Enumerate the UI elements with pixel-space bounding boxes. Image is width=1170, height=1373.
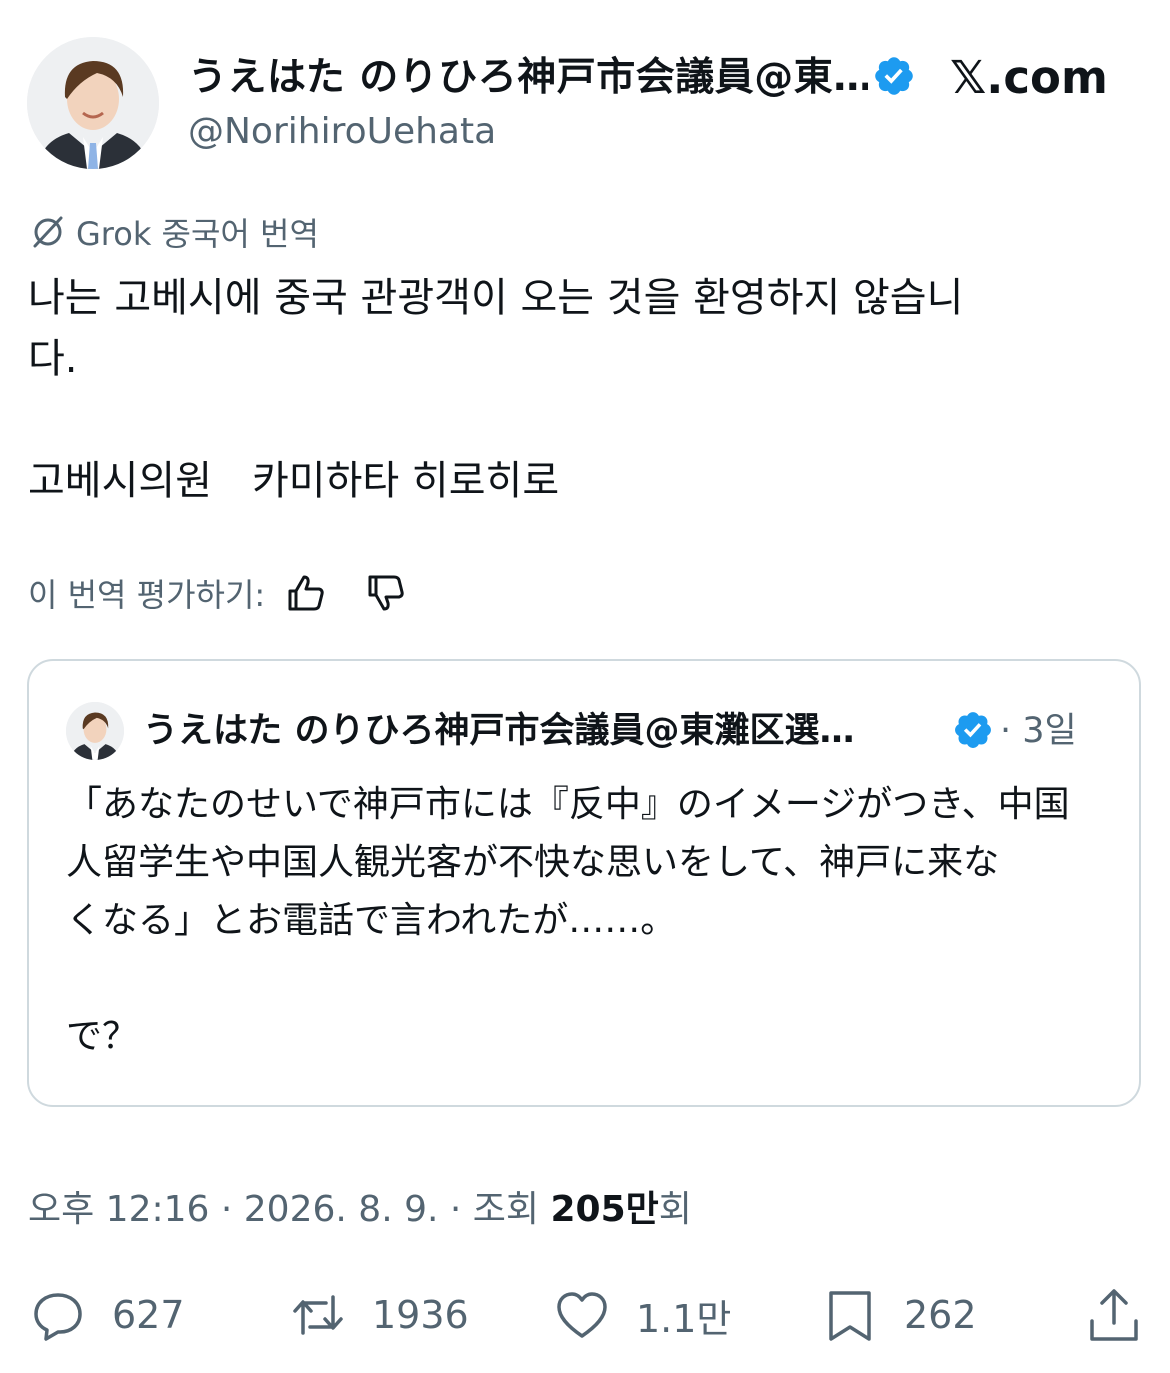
repost-count: 1936 (372, 1293, 469, 1337)
grok-icon (33, 216, 63, 248)
author-handle[interactable]: @NorihiroUehata (188, 107, 708, 157)
author-avatar[interactable] (27, 37, 159, 169)
avatar-image (27, 37, 159, 169)
like-icon (557, 1292, 607, 1338)
repost-icon (293, 1295, 343, 1335)
rate-translation-label: 이 번역 평가하기: (28, 576, 266, 614)
tweet-translated-text: 나는 고베시에 중국 관광객이 오는 것을 환영하지 않습니 다. 고베시의원 … (28, 275, 964, 504)
share-button[interactable] (1086, 1280, 1142, 1350)
thumbs-down-icon (368, 575, 404, 611)
verified-badge-icon (872, 54, 916, 98)
tweet-meta: 오후 12:16 · 2026. 8. 9. · 조회 205만회 (28, 1189, 692, 1230)
reply-count: 627 (112, 1293, 185, 1337)
views-suffix: 회 (658, 1189, 692, 1230)
bookmark-count: 262 (904, 1293, 977, 1337)
quoted-author-display-name[interactable]: うえはた のりひろ神戸市会議員@東灘区選… (143, 703, 943, 759)
rate-translation-row: 이 번역 평가하기: (28, 566, 413, 620)
share-icon (1090, 1289, 1138, 1341)
author-display-name[interactable]: うえはた のりひろ神戸市会議員@東… (188, 48, 868, 108)
avatar-image (66, 702, 124, 760)
quoted-tweet-text: 「あなたのせいで神戸市には『反中』のイメージがつき、中国 人留学生や中国人観光客… (66, 784, 1070, 1057)
repost-button[interactable]: 1936 (290, 1280, 469, 1350)
reply-icon (34, 1293, 82, 1341)
thumbs-up-icon (288, 575, 324, 611)
quoted-tweet-time[interactable]: · 3일 (1000, 703, 1077, 759)
verified-badge-icon (952, 709, 994, 751)
tweet-time[interactable]: 오후 12:16 (28, 1189, 209, 1230)
tweet-date[interactable]: 2026. 8. 9. (244, 1189, 439, 1230)
thumbs-down-button[interactable] (359, 566, 413, 620)
views-count: 205만 (550, 1189, 659, 1230)
like-button[interactable]: 1.1만 (554, 1280, 731, 1350)
thumbs-up-button[interactable] (279, 566, 333, 620)
bookmark-button[interactable]: 262 (822, 1280, 977, 1350)
x-brand-logo: 𝕏.com (950, 51, 1108, 104)
bookmark-icon (829, 1291, 871, 1341)
quoted-author-avatar[interactable] (66, 702, 124, 760)
translation-label: Grok 중국어 번역 (76, 215, 319, 253)
translation-attribution: Grok 중국어 번역 (28, 210, 319, 254)
like-count: 1.1만 (636, 1296, 732, 1341)
reply-button[interactable]: 627 (30, 1280, 185, 1350)
views-prefix: 조회 (472, 1189, 540, 1230)
action-bar: 627 1936 1.1만 262 (0, 1280, 1170, 1350)
